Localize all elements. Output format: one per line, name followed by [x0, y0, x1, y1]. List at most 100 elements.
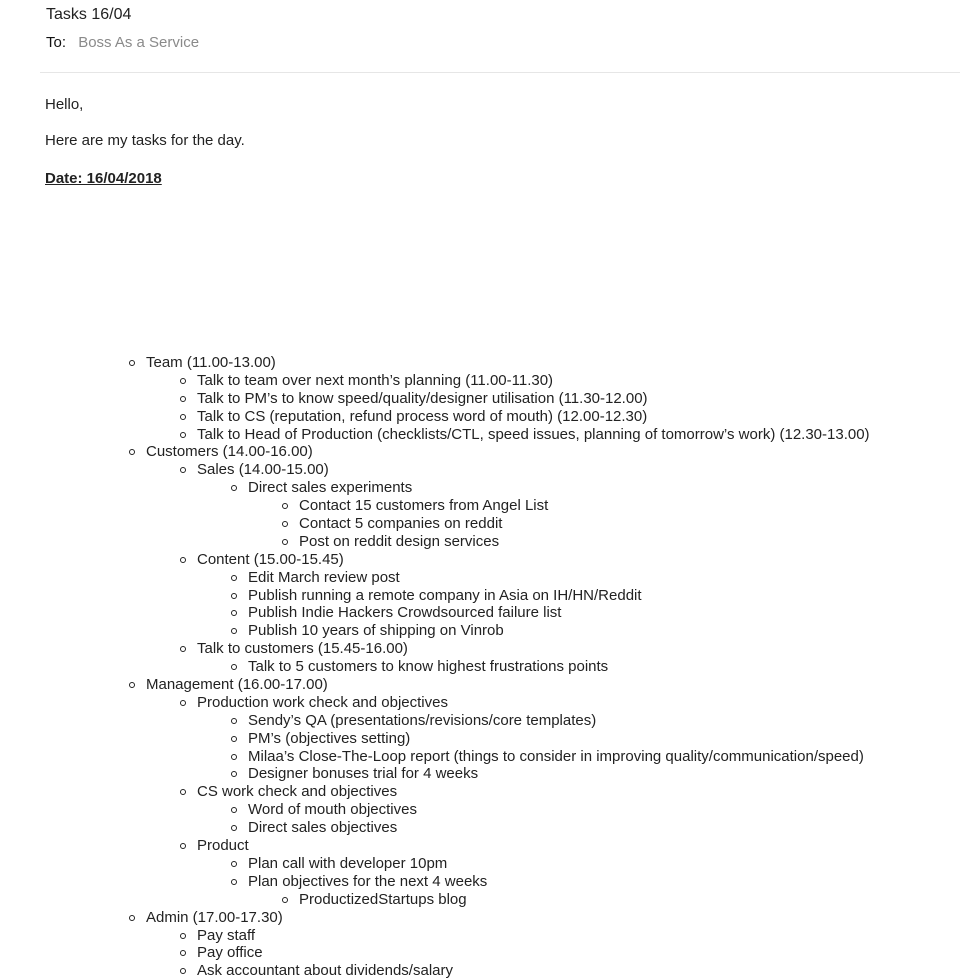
task-text: Direct sales objectives	[248, 819, 398, 837]
hollow-bullet-icon	[180, 413, 186, 420]
task-text: Publish running a remote company in Asia…	[248, 586, 642, 604]
task-item: Production work check and objectives	[45, 694, 960, 712]
hollow-bullet-icon	[231, 807, 237, 814]
hollow-bullet-icon	[129, 360, 135, 366]
task-item: Publish 10 years of shipping on Vinrob	[45, 622, 960, 640]
task-item: Publish Indie Hackers Crowdsourced failu…	[45, 604, 960, 622]
task-item: Content (15.00-15.45)	[45, 551, 960, 569]
hollow-bullet-icon	[282, 503, 288, 510]
hollow-bullet-icon	[180, 843, 186, 850]
greeting-text: Hello,	[45, 96, 84, 113]
task-item: Talk to CS (reputation, refund process w…	[45, 408, 960, 426]
hollow-bullet-icon	[231, 485, 237, 492]
task-text: Edit March review post	[248, 568, 400, 586]
task-text: Post on reddit design services	[299, 532, 500, 550]
hollow-bullet-icon	[180, 646, 186, 653]
task-text: Team (11.00-13.00)	[146, 354, 276, 371]
task-text: Plan objectives for the next 4 weeks	[248, 872, 488, 890]
task-text: Content (15.00-15.45)	[197, 550, 344, 568]
to-label: To:	[46, 34, 67, 51]
hollow-bullet-icon	[180, 950, 186, 957]
hollow-bullet-icon	[282, 521, 288, 528]
hollow-bullet-icon	[231, 735, 237, 742]
task-text: Sendy’s QA (presentations/revisions/core…	[248, 711, 597, 729]
recipient-field[interactable]: Boss As a Service	[78, 34, 199, 51]
task-item: Ask accountant about dividends/salary	[45, 962, 960, 980]
hollow-bullet-icon	[180, 968, 186, 975]
task-item: Talk to 5 customers to know highest frus…	[45, 658, 960, 676]
task-item: Direct sales objectives	[45, 819, 960, 837]
hollow-bullet-icon	[180, 932, 186, 939]
task-text: Designer bonuses trial for 4 weeks	[248, 765, 479, 783]
header-divider	[40, 72, 960, 73]
task-text: Plan call with developer 10pm	[248, 854, 448, 872]
task-item: Direct sales experiments	[45, 479, 960, 497]
task-text: PM’s (objectives setting)	[248, 729, 411, 747]
task-item: Team (11.00-13.00)	[45, 354, 960, 372]
task-item: Word of mouth objectives	[45, 801, 960, 819]
task-text: Direct sales experiments	[248, 479, 413, 497]
task-text: Pay office	[197, 944, 263, 962]
hollow-bullet-icon	[180, 699, 186, 706]
hollow-bullet-icon	[180, 556, 186, 563]
task-text: Ask accountant about dividends/salary	[197, 962, 453, 980]
task-item: Management (16.00-17.00)	[45, 676, 960, 694]
task-item: Edit March review post	[45, 569, 960, 587]
task-item: Admin (17.00-17.30)	[45, 909, 960, 927]
email-subject: Tasks 16/04	[46, 6, 132, 23]
hollow-bullet-icon	[180, 467, 186, 474]
task-item: Talk to customers (15.45-16.00)	[45, 640, 960, 658]
task-item: PM’s (objectives setting)	[45, 730, 960, 748]
task-text: Product	[197, 837, 249, 855]
task-text: Milaa’s Close-The-Loop report (things to…	[248, 747, 864, 765]
date-heading: Date: 16/04/2018	[45, 170, 162, 187]
task-item: Sales (14.00-15.00)	[45, 461, 960, 479]
hollow-bullet-icon	[180, 377, 186, 384]
task-text: ProductizedStartups blog	[299, 890, 467, 908]
hollow-bullet-icon	[231, 860, 237, 867]
task-text: Admin (17.00-17.30)	[146, 908, 283, 926]
hollow-bullet-icon	[231, 878, 237, 885]
task-item: Designer bonuses trial for 4 weeks	[45, 765, 960, 783]
task-text: Pay staff	[197, 926, 256, 944]
task-text: Customers (14.00-16.00)	[146, 443, 313, 461]
task-text: Management (16.00-17.00)	[146, 676, 328, 694]
hollow-bullet-icon	[231, 717, 237, 724]
hollow-bullet-icon	[180, 395, 186, 402]
task-text: Talk to CS (reputation, refund process w…	[197, 407, 648, 425]
hollow-bullet-icon	[129, 914, 135, 921]
task-item: Talk to team over next month’s planning …	[45, 372, 960, 390]
task-text: Talk to team over next month’s planning …	[197, 371, 554, 389]
hollow-bullet-icon	[180, 789, 186, 796]
task-text: Publish Indie Hackers Crowdsourced failu…	[248, 604, 562, 622]
hollow-bullet-icon	[231, 753, 237, 760]
task-item: Customers (14.00-16.00)	[45, 443, 960, 461]
task-text: Talk to 5 customers to know highest frus…	[248, 658, 609, 676]
task-item: Post on reddit design services	[45, 533, 960, 551]
hollow-bullet-icon	[231, 771, 237, 778]
task-item: Talk to Head of Production (checklists/C…	[45, 426, 960, 444]
hollow-bullet-icon	[129, 682, 135, 689]
task-item: Plan call with developer 10pm	[45, 855, 960, 873]
task-text: Sales (14.00-15.00)	[197, 461, 329, 479]
email-header: Tasks 16/04 To: Boss As a Service	[0, 0, 960, 74]
task-text: Contact 5 companies on reddit	[299, 515, 503, 533]
hollow-bullet-icon	[231, 664, 237, 671]
task-item: Product	[45, 837, 960, 855]
recipient-row: To: Boss As a Service	[46, 34, 199, 51]
task-text: Talk to PM’s to know speed/quality/desig…	[197, 389, 648, 407]
hollow-bullet-icon	[129, 449, 135, 456]
intro-text: Here are my tasks for the day.	[45, 132, 245, 149]
task-item: CS work check and objectives	[45, 783, 960, 801]
task-text: Contact 15 customers from Angel List	[299, 497, 549, 515]
task-item: ProductizedStartups blog	[45, 891, 960, 909]
hollow-bullet-icon	[231, 628, 237, 635]
task-text: CS work check and objectives	[197, 783, 398, 801]
task-text: Talk to Head of Production (checklists/C…	[197, 425, 870, 443]
task-text: Talk to customers (15.45-16.00)	[197, 640, 408, 658]
task-text: Production work check and objectives	[197, 693, 448, 711]
hollow-bullet-icon	[231, 574, 237, 581]
task-list: Team (11.00-13.00) Talk to team over next…	[45, 354, 960, 980]
task-item: Pay office	[45, 944, 960, 962]
task-text: Publish 10 years of shipping on Vinrob	[248, 622, 504, 640]
